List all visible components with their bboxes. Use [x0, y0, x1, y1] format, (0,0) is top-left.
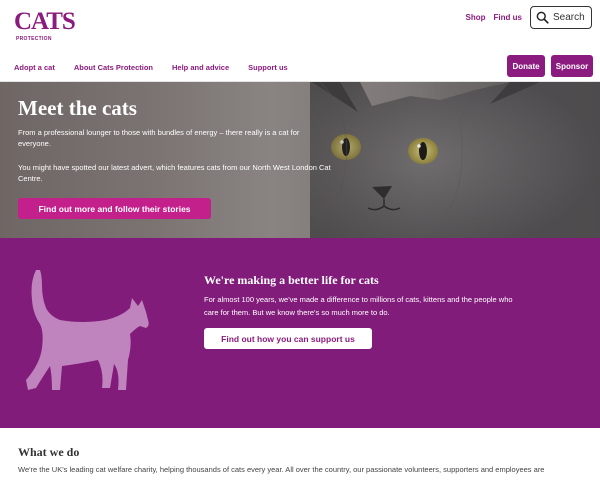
nav-item-help[interactable]: Help and advice	[172, 63, 229, 72]
header-cta-group: Donate Sponsor	[501, 55, 593, 77]
search-label: Search	[553, 12, 585, 23]
what-we-do-title: What we do	[18, 445, 80, 459]
hero-title: Meet the cats	[18, 96, 137, 120]
hero-banner: Meet the cats From a professional lounge…	[0, 82, 600, 238]
utility-nav: Shop Find us Search	[466, 6, 592, 29]
what-we-do-text: We're the UK's leading cat welfare chari…	[18, 465, 545, 474]
sponsor-button[interactable]: Sponsor	[551, 55, 593, 77]
cats-protection-logo[interactable]: CATS PROTECTION	[14, 8, 76, 50]
site-header: CATS PROTECTION Shop Find us Search Adop…	[0, 0, 600, 82]
cat-silhouette-icon	[26, 270, 149, 390]
logo-subtext: PROTECTION	[16, 36, 52, 42]
hero-cta-button[interactable]: Find out more and follow their stories	[18, 198, 211, 219]
better-life-text: For almost 100 years, we've made a diffe…	[204, 295, 513, 317]
better-life-title: We're making a better life for cats	[204, 273, 379, 287]
nav-item-support[interactable]: Support us	[248, 63, 288, 72]
better-life-section: We're making a better life for cats For …	[0, 238, 600, 428]
search-button[interactable]: Search	[530, 6, 592, 29]
shop-link[interactable]: Shop	[466, 13, 486, 22]
what-we-do-section: What we do We're the UK's leading cat we…	[0, 428, 600, 480]
logo-wordmark: CATS	[14, 8, 76, 35]
nav-item-about[interactable]: About Cats Protection	[74, 63, 153, 72]
support-us-button[interactable]: Find out how you can support us	[204, 328, 372, 349]
find-us-link[interactable]: Find us	[494, 13, 522, 22]
hero-advert-text: You might have spotted our latest advert…	[18, 163, 331, 183]
main-nav: Adopt a cat About Cats Protection Help a…	[14, 63, 307, 72]
donate-button[interactable]: Donate	[507, 55, 545, 77]
search-icon	[536, 11, 549, 24]
nav-item-adopt[interactable]: Adopt a cat	[14, 63, 55, 72]
hero-intro-text: From a professional lounger to those wit…	[18, 128, 300, 148]
